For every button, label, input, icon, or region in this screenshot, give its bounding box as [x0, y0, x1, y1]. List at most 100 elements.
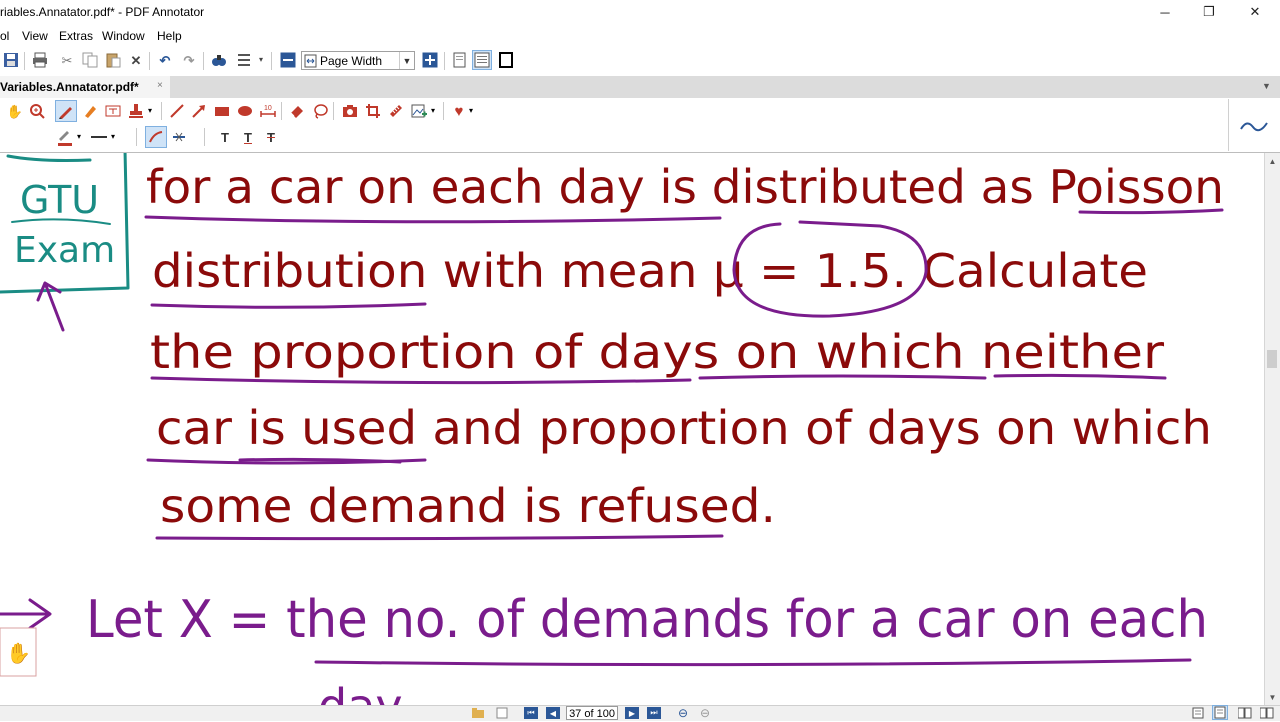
toolbar-separator — [443, 102, 444, 120]
toolbar-separator — [24, 52, 25, 70]
smooth-stroke-icon[interactable] — [145, 126, 167, 148]
zoom-in-icon[interactable] — [421, 51, 439, 69]
chevron-down-icon[interactable]: ▾ — [145, 102, 155, 120]
paste-icon[interactable] — [104, 51, 122, 69]
menu-window[interactable]: Window — [102, 29, 145, 43]
delete-icon[interactable]: ✕ — [127, 51, 145, 69]
scroll-up-icon[interactable]: ▲ — [1265, 153, 1280, 169]
chevron-down-icon[interactable]: ▾ — [428, 102, 438, 120]
lasso-icon[interactable] — [311, 102, 329, 120]
chevron-down-icon[interactable]: ▼ — [399, 52, 414, 69]
zoom-select[interactable]: Page Width ▼ — [301, 51, 415, 70]
properties-icon[interactable] — [236, 51, 254, 69]
redo-icon[interactable]: ↷ — [180, 51, 198, 69]
text-line-4: car is used and proportion of days on wh… — [156, 401, 1212, 455]
tab-close-icon[interactable]: × — [157, 80, 163, 91]
eraser-icon[interactable] — [288, 102, 306, 120]
rectangle-icon[interactable] — [213, 102, 231, 120]
restore-button[interactable]: ❐ — [1186, 0, 1232, 24]
single-page-icon[interactable] — [451, 51, 469, 69]
chevron-down-icon[interactable]: ▾ — [108, 128, 118, 146]
side-note-exam: Exam — [14, 230, 115, 271]
document-page[interactable]: GTU Exam for a car on each day is distri… — [0, 153, 1264, 705]
text-underline-icon[interactable]: T — [239, 128, 257, 146]
toolbar-separator — [281, 102, 282, 120]
continuous-page-icon[interactable] — [472, 50, 492, 70]
text-line-5: some demand is refused. — [160, 479, 776, 533]
find-icon[interactable] — [210, 51, 228, 69]
document-tab-label: Variables.Annatator.pdf* — [0, 80, 139, 94]
forward-icon[interactable]: ⊖ — [700, 706, 710, 720]
window-title: riables.Annatator.pdf* - PDF Annotator — [0, 5, 205, 19]
svg-text:10: 10 — [264, 105, 272, 112]
arrow-icon[interactable] — [190, 102, 208, 120]
text-insert-icon[interactable]: T — [216, 128, 234, 146]
image-insert-icon[interactable] — [410, 102, 428, 120]
save-icon[interactable] — [2, 51, 20, 69]
camera-icon[interactable] — [341, 102, 359, 120]
ruler-icon[interactable] — [387, 102, 405, 120]
next-page-icon[interactable]: ▶ — [625, 707, 639, 719]
zoom-out-icon[interactable] — [279, 51, 297, 69]
side-note-gtu: GTU — [20, 178, 99, 222]
folder-icon[interactable] — [472, 707, 484, 719]
title-bar: riables.Annatator.pdf* - PDF Annotator ─… — [0, 0, 1280, 24]
print-icon[interactable] — [31, 51, 49, 69]
menu-help[interactable]: Help — [157, 29, 182, 43]
page-width-icon — [304, 54, 317, 68]
chevron-down-icon[interactable]: ▾ — [74, 128, 84, 146]
copy-icon[interactable] — [81, 51, 99, 69]
first-page-icon[interactable]: ⏮ — [524, 707, 538, 719]
text-line-6: Let X = the no. of demands for a car on … — [86, 590, 1208, 650]
pen-stroke-preview-icon — [1240, 122, 1268, 132]
toolbar-separator — [204, 128, 205, 146]
hand-icon[interactable]: ✋ — [6, 102, 24, 120]
underline-mark — [314, 658, 1192, 667]
undo-icon[interactable]: ↶ — [156, 51, 174, 69]
ellipse-icon[interactable] — [236, 102, 254, 120]
menu-extras[interactable]: Extras — [59, 29, 93, 43]
continuous-view-icon[interactable] — [1212, 705, 1228, 720]
previous-page-icon[interactable]: ◀ — [546, 707, 560, 719]
line-width-icon[interactable] — [90, 128, 108, 146]
tab-list-icon[interactable]: ▼ — [1262, 81, 1271, 91]
chevron-down-icon[interactable]: ▾ — [256, 51, 266, 69]
toolbar-separator — [136, 128, 137, 146]
line-icon[interactable] — [168, 102, 186, 120]
highlighter-icon[interactable] — [81, 102, 99, 120]
back-icon[interactable]: ⊖ — [678, 706, 688, 720]
scroll-thumb[interactable] — [1267, 350, 1277, 368]
fullscreen-icon[interactable] — [497, 51, 515, 69]
text-line-1: for a car on each day is distributed as … — [146, 160, 1224, 214]
snap-icon[interactable] — [170, 128, 188, 146]
zoom-tool-icon[interactable] — [28, 102, 46, 120]
menu-bar: ol View Extras Window Help — [0, 26, 1280, 46]
scroll-down-icon[interactable]: ▼ — [1265, 689, 1280, 705]
crop-icon[interactable] — [364, 102, 382, 120]
chevron-down-icon[interactable]: ▾ — [466, 102, 476, 120]
status-bar: ⏮ ◀ 37 of 100 ▶ ⏭ ⊖ ⊖ — [0, 705, 1280, 721]
text-box-icon[interactable] — [104, 102, 122, 120]
bookmark-icon[interactable] — [496, 707, 508, 719]
vertical-scrollbar[interactable]: ▲ ▼ — [1264, 153, 1280, 705]
text-strikeout-icon[interactable]: T — [262, 128, 280, 146]
stamp-icon[interactable] — [127, 102, 145, 120]
page-number-field[interactable]: 37 of 100 — [566, 706, 618, 720]
toolbar-separator — [444, 52, 445, 70]
document-tab[interactable]: Variables.Annatator.pdf* × — [0, 76, 170, 98]
dimension-icon[interactable]: 10 — [259, 102, 277, 120]
gtu-exam-annotation: GTU Exam — [0, 153, 130, 294]
implies-arrow — [0, 598, 52, 630]
last-page-icon[interactable]: ⏭ — [647, 707, 661, 719]
pen-preview — [1228, 99, 1280, 151]
hand-cursor-icon: ✋ — [0, 627, 37, 677]
cut-icon[interactable]: ✂ — [58, 51, 76, 69]
close-button[interactable]: ✕ — [1232, 0, 1278, 24]
toolbar-separator — [203, 52, 204, 70]
menu-tools[interactable]: ol — [0, 29, 9, 43]
pen-icon[interactable] — [55, 100, 77, 122]
menu-view[interactable]: View — [22, 29, 48, 43]
zoom-value: Page Width — [320, 54, 383, 68]
pen-color-icon[interactable] — [56, 128, 74, 146]
minimize-button[interactable]: ─ — [1142, 0, 1188, 24]
